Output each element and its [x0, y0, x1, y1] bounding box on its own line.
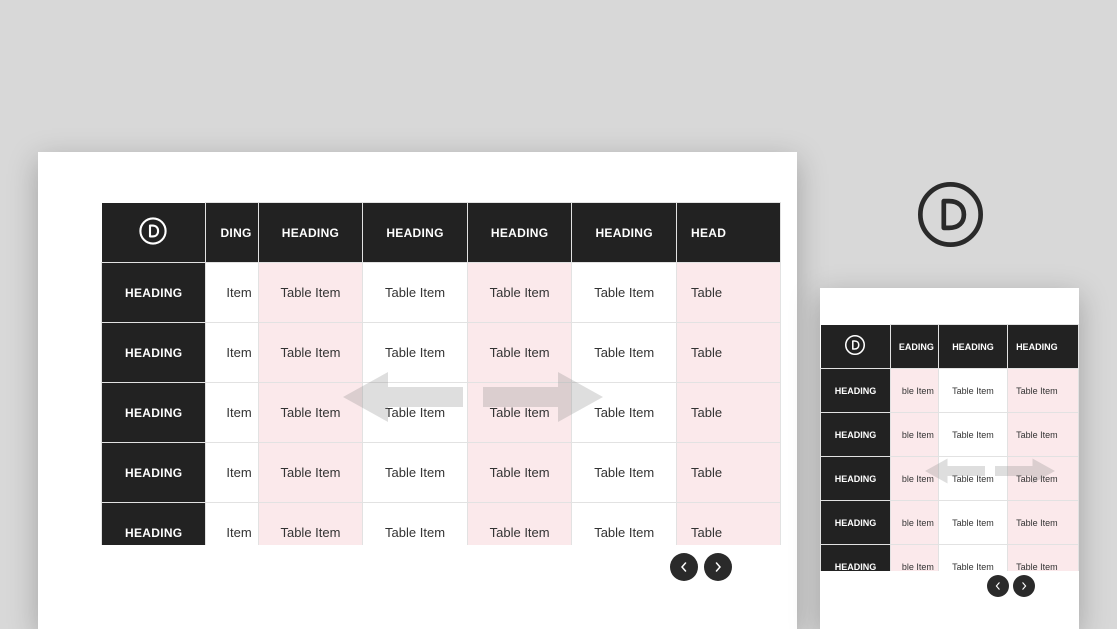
prev-button[interactable] [987, 575, 1009, 597]
table-cell: Table Item [572, 503, 677, 546]
table-cell-partial-right: Table [676, 323, 780, 383]
table-cell-partial-left: Item [206, 383, 258, 443]
table-nav [987, 575, 1035, 597]
table-cell: Table Item [572, 263, 677, 323]
chevron-right-icon [713, 562, 723, 572]
table-cell-partial-left: Item [206, 263, 258, 323]
desktop-preview: DING HEADING HEADING HEADING HEADING HEA… [38, 152, 797, 629]
table-row: HEADING Item Table Item Table Item Table… [102, 323, 781, 383]
table-cell: Table Item [258, 503, 363, 546]
table-cell-partial-right: Table Item [1008, 457, 1079, 501]
column-header: HEADING [258, 203, 363, 263]
table-cell-partial-right: Table [676, 383, 780, 443]
table-row: HEADING ble Item Table Item Table Item [821, 457, 1079, 501]
table-cell: Table Item [938, 413, 1007, 457]
table-cell: Table Item [938, 457, 1007, 501]
table-cell: Table Item [938, 501, 1007, 545]
table-cell: Table Item [572, 443, 677, 503]
table-cell: Table Item [467, 383, 572, 443]
divi-logo-icon [917, 181, 984, 248]
row-header: HEADING [821, 369, 891, 413]
table-logo-cell [821, 325, 891, 369]
next-button[interactable] [1013, 575, 1035, 597]
chevron-right-icon [1020, 582, 1028, 590]
table-cell-partial-left: ble Item [890, 457, 938, 501]
table-row: HEADING Item Table Item Table Item Table… [102, 383, 781, 443]
table-cell: Table Item [258, 323, 363, 383]
mobile-preview: EADING HEADING HEADING HEADING ble Item … [820, 288, 1079, 629]
row-header: HEADING [821, 545, 891, 572]
table-cell: Table Item [572, 323, 677, 383]
row-header: HEADING [102, 383, 206, 443]
table-row: HEADING ble Item Table Item Table Item [821, 369, 1079, 413]
table-cell: Table Item [467, 503, 572, 546]
table-row: HEADING ble Item Table Item Table Item [821, 501, 1079, 545]
table-cell-partial-left: Item [206, 443, 258, 503]
table-cell: Table Item [572, 383, 677, 443]
column-header-partial-left: DING [206, 203, 258, 263]
row-header: HEADING [821, 413, 891, 457]
table-cell-partial-left: Item [206, 323, 258, 383]
table-cell-partial-right: Table Item [1008, 413, 1079, 457]
table-cell-partial-left: ble Item [890, 413, 938, 457]
next-button[interactable] [704, 553, 732, 581]
table-cell: Table Item [467, 443, 572, 503]
table-cell: Table Item [363, 503, 468, 546]
table-cell-partial-right: Table Item [1008, 545, 1079, 572]
table-cell: Table Item [938, 545, 1007, 572]
table-logo-cell [102, 203, 206, 263]
table-cell-partial-right: Table [676, 263, 780, 323]
table-nav [670, 553, 732, 581]
row-header: HEADING [102, 503, 206, 546]
table-cell-partial-right: Table [676, 503, 780, 546]
table-cell-partial-right: Table Item [1008, 369, 1079, 413]
row-header: HEADING [102, 263, 206, 323]
table-cell-partial-right: Table [676, 443, 780, 503]
table-row: HEADING ble Item Table Item Table Item [821, 413, 1079, 457]
column-header: HEADING [363, 203, 468, 263]
table-cell: Table Item [467, 323, 572, 383]
table-header-row: EADING HEADING HEADING [821, 325, 1079, 369]
table-row: HEADING Item Table Item Table Item Table… [102, 263, 781, 323]
table-cell: Table Item [363, 263, 468, 323]
table-cell-partial-left: ble Item [890, 369, 938, 413]
table-row: HEADING Item Table Item Table Item Table… [102, 503, 781, 546]
table-cell: Table Item [467, 263, 572, 323]
table-row: HEADING Item Table Item Table Item Table… [102, 443, 781, 503]
table-cell-partial-left: ble Item [890, 545, 938, 572]
pricing-table: DING HEADING HEADING HEADING HEADING HEA… [101, 202, 781, 545]
table-row: HEADING ble Item Table Item Table Item [821, 545, 1079, 572]
table-cell: Table Item [258, 443, 363, 503]
chevron-left-icon [994, 582, 1002, 590]
column-header-partial-right: HEADING [1008, 325, 1079, 369]
table-cell: Table Item [258, 383, 363, 443]
row-header: HEADING [821, 457, 891, 501]
column-header-partial-right: HEAD [676, 203, 780, 263]
table-cell-partial-left: Item [206, 503, 258, 546]
table-cell: Table Item [938, 369, 1007, 413]
table-cell: Table Item [363, 443, 468, 503]
column-header: HEADING [467, 203, 572, 263]
column-header: HEADING [572, 203, 677, 263]
table-cell-partial-right: Table Item [1008, 501, 1079, 545]
table-cell: Table Item [363, 383, 468, 443]
chevron-left-icon [679, 562, 689, 572]
row-header: HEADING [102, 323, 206, 383]
table-cell: Table Item [258, 263, 363, 323]
column-header: HEADING [938, 325, 1007, 369]
row-header: HEADING [821, 501, 891, 545]
table-header-row: DING HEADING HEADING HEADING HEADING HEA… [102, 203, 781, 263]
row-header: HEADING [102, 443, 206, 503]
column-header-partial-left: EADING [890, 325, 938, 369]
table-cell-partial-left: ble Item [890, 501, 938, 545]
table-cell: Table Item [363, 323, 468, 383]
pricing-table: EADING HEADING HEADING HEADING ble Item … [820, 324, 1079, 571]
prev-button[interactable] [670, 553, 698, 581]
